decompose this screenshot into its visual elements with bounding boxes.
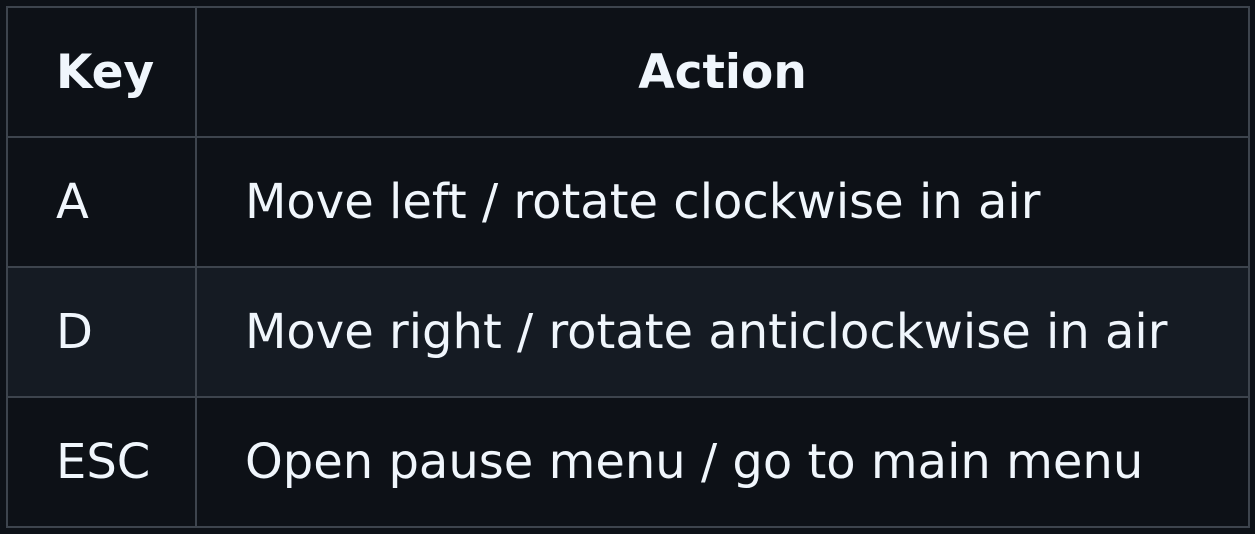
key-cell: ESC: [6, 396, 197, 528]
table-row: A Move left / rotate clockwise in air: [6, 136, 1250, 268]
column-header-key: Key: [6, 6, 197, 138]
action-cell: Open pause menu / go to main menu: [195, 396, 1250, 528]
key-cell: D: [6, 266, 197, 398]
table-row: D Move right / rotate anticlockwise in a…: [6, 266, 1250, 398]
keybindings-table-container: Key Action A Move left / rotate clockwis…: [6, 6, 1250, 528]
table-row: ESC Open pause menu / go to main menu: [6, 396, 1250, 528]
action-cell: Move left / rotate clockwise in air: [195, 136, 1250, 268]
column-header-action: Action: [195, 6, 1250, 138]
table-header-row: Key Action: [6, 6, 1250, 138]
key-cell: A: [6, 136, 197, 268]
action-cell: Move right / rotate anticlockwise in air: [195, 266, 1250, 398]
keybindings-table: Key Action A Move left / rotate clockwis…: [6, 6, 1250, 528]
